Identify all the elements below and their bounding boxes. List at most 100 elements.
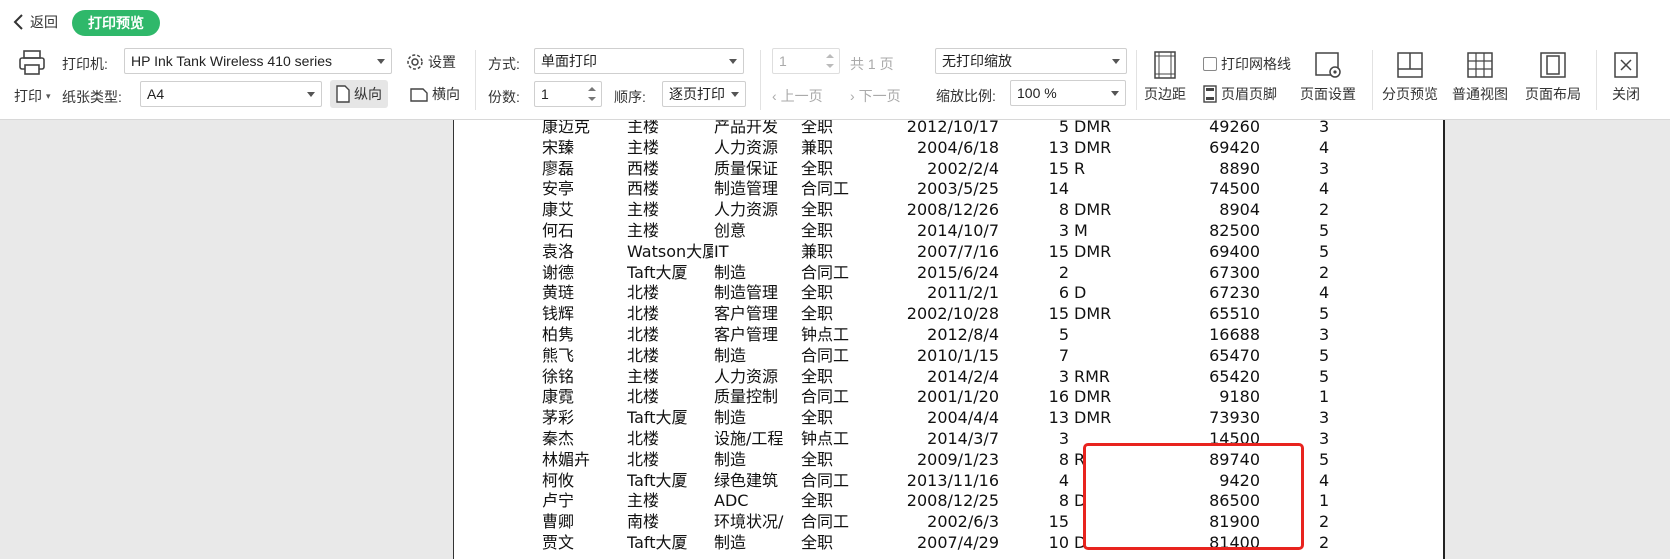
portrait-label: 纵向 <box>354 86 382 102</box>
gridlines-checkbox[interactable]: 打印网格线 <box>1203 54 1291 74</box>
cell-rating: 3 <box>1319 428 1330 448</box>
print-preview-toolbar: 返回 打印预览 打印 ▾ 打印机: HP Ink Tank Wireless 4… <box>0 0 1670 120</box>
next-page-button[interactable]: › 下一页 <box>850 86 901 106</box>
caret-down-icon: ▾ <box>46 90 51 101</box>
portrait-button[interactable]: 纵向 <box>330 80 388 108</box>
scale-mode-select[interactable]: 无打印缩放 <box>935 48 1127 74</box>
cell-building: 主楼 <box>627 366 660 386</box>
header-footer-button[interactable]: 页眉页脚 <box>1203 84 1277 104</box>
cell-rating: 3 <box>1319 408 1330 428</box>
print-method-select[interactable]: 单面打印 <box>534 48 744 74</box>
printer-value: HP Ink Tank Wireless 410 series <box>131 53 333 69</box>
normal-view-button[interactable]: 普通视图 <box>1452 50 1508 104</box>
cell-bonus-code: D <box>1074 283 1087 303</box>
cell-department: 制造管理 <box>714 283 779 303</box>
cell-years: 13 <box>1048 137 1069 157</box>
cell-employment-type: 全职 <box>801 304 834 324</box>
cell-department: 客户管理 <box>714 304 779 324</box>
back-button[interactable]: 返回 <box>12 12 58 32</box>
stepper-down-icon[interactable] <box>588 97 596 101</box>
cell-name: 廖磊 <box>542 158 575 178</box>
cell-start-date: 2009/1/23 <box>916 449 999 469</box>
page-setup-button[interactable]: 页面设置 <box>1300 50 1356 104</box>
cell-start-date: 2010/1/15 <box>916 345 999 365</box>
page-break-preview-button[interactable]: 分页预览 <box>1382 50 1438 104</box>
cell-rating: 5 <box>1319 304 1330 324</box>
cell-bonus-code: RMR <box>1074 366 1111 386</box>
page-layout-button[interactable]: 页面布局 <box>1525 50 1581 104</box>
cell-department: 客户管理 <box>714 324 779 344</box>
cell-name: 徐铭 <box>542 366 575 386</box>
cell-employment-type: 钟点工 <box>801 324 850 344</box>
cell-department: 人力资源 <box>714 200 779 220</box>
dropdown-arrow-icon <box>731 92 739 97</box>
gridlines-label: 打印网格线 <box>1221 56 1291 72</box>
cell-rating: 2 <box>1319 512 1330 532</box>
stepper-up-icon[interactable] <box>826 54 834 58</box>
cell-salary: 69400 <box>1209 241 1260 261</box>
chevron-left-icon <box>13 14 23 30</box>
close-label: 关闭 <box>1612 86 1640 102</box>
copies-stepper[interactable]: 1 <box>534 81 602 107</box>
normal-view-label: 普通视图 <box>1452 86 1508 102</box>
stepper-up-icon[interactable] <box>588 87 596 91</box>
paper-type-select[interactable]: A4 <box>140 81 322 107</box>
page-number-stepper[interactable]: 1 <box>772 48 840 74</box>
cell-name: 熊飞 <box>542 345 575 365</box>
cell-years: 15 <box>1048 158 1069 178</box>
cell-name: 茅彩 <box>542 408 575 428</box>
cell-building: 北楼 <box>627 345 660 365</box>
paper-type-value: A4 <box>147 86 165 102</box>
landscape-button[interactable]: 横向 <box>410 84 460 104</box>
cell-years: 3 <box>1058 366 1069 386</box>
cell-name: 康霓 <box>542 387 575 407</box>
dropdown-arrow-icon <box>1112 59 1120 64</box>
cell-years: 8 <box>1058 200 1069 220</box>
checkbox-icon <box>1203 57 1217 71</box>
cell-employment-type: 兼职 <box>801 137 834 157</box>
cell-bonus-code: DMR <box>1074 241 1112 261</box>
cell-name: 贾文 <box>542 532 575 552</box>
cell-name: 钱辉 <box>542 304 575 324</box>
landscape-label: 横向 <box>432 86 460 102</box>
prev-page-button[interactable]: ‹ 上一页 <box>772 86 823 106</box>
cell-building: 北楼 <box>627 387 660 407</box>
cell-department: 人力资源 <box>714 366 779 386</box>
cell-bonus-code: R <box>1074 158 1086 178</box>
cell-building: Taft大厦 <box>627 470 688 490</box>
header-footer-label: 页眉页脚 <box>1221 86 1277 102</box>
margins-button[interactable]: 页边距 <box>1144 50 1186 104</box>
page-break-icon <box>1397 52 1423 78</box>
cell-building: 主楼 <box>627 137 660 157</box>
cell-building: Taft大厦 <box>627 532 688 552</box>
cell-start-date: 2014/10/7 <box>916 220 999 240</box>
order-select[interactable]: 逐页打印 <box>662 81 746 107</box>
print-button[interactable]: 打印 ▾ <box>14 86 51 106</box>
cell-employment-type: 合同工 <box>801 262 850 282</box>
cell-salary: 8890 <box>1219 158 1260 178</box>
scale-ratio-select[interactable]: 100 % <box>1010 80 1126 106</box>
stepper-down-icon[interactable] <box>826 64 834 68</box>
cell-name: 谢德 <box>542 262 575 282</box>
cell-salary: 82500 <box>1209 220 1260 240</box>
cell-employment-type: 全职 <box>801 449 834 469</box>
cell-start-date: 2012/8/4 <box>927 324 999 344</box>
cell-rating: 5 <box>1319 366 1330 386</box>
cell-years: 8 <box>1058 449 1069 469</box>
close-button[interactable]: 关闭 <box>1611 50 1641 104</box>
page-number-value: 1 <box>779 53 787 69</box>
cell-department: 创意 <box>714 220 747 240</box>
cell-salary: 65510 <box>1209 304 1260 324</box>
cell-employment-type: 钟点工 <box>801 428 850 448</box>
printer-settings-button[interactable]: 设置 <box>406 52 456 72</box>
printer-select[interactable]: HP Ink Tank Wireless 410 series <box>124 48 392 74</box>
cell-building: Watson大厦 <box>627 241 713 261</box>
cell-employment-type: 全职 <box>801 220 834 240</box>
cell-years: 15 <box>1048 304 1069 324</box>
order-label: 顺序: <box>614 89 646 105</box>
printer-icon[interactable] <box>18 50 46 76</box>
cell-bonus-code: DMR <box>1074 120 1112 136</box>
cell-employment-type: 全职 <box>801 532 834 552</box>
cell-years: 15 <box>1048 512 1069 532</box>
copies-label: 份数: <box>488 89 520 105</box>
